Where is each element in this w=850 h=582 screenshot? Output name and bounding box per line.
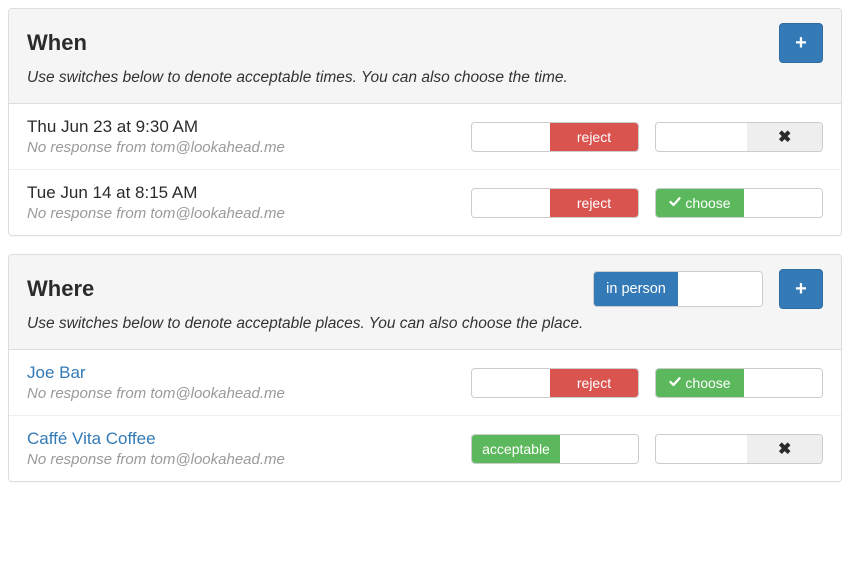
where-header: Where in person + Use switches below to … — [9, 255, 841, 350]
choose-toggle[interactable]: choose — [655, 368, 823, 398]
where-row: Joe Bar No response from tom@lookahead.m… — [9, 350, 841, 416]
when-subtitle: Use switches below to denote acceptable … — [27, 69, 823, 87]
where-row-subtitle: No response from tom@lookahead.me — [27, 385, 285, 402]
plus-icon: + — [795, 278, 807, 301]
where-subtitle: Use switches below to denote acceptable … — [27, 315, 823, 333]
where-row-info: Caffé Vita Coffee No response from tom@l… — [27, 429, 285, 468]
when-row-subtitle: No response from tom@lookahead.me — [27, 205, 285, 222]
x-icon: ✖ — [778, 439, 791, 459]
reject-label: reject — [577, 129, 611, 145]
where-row: Caffé Vita Coffee No response from tom@l… — [9, 416, 841, 481]
when-row-title: Thu Jun 23 at 9:30 AM — [27, 117, 285, 137]
when-row: Tue Jun 14 at 8:15 AM No response from t… — [9, 170, 841, 235]
inperson-toggle[interactable]: in person — [593, 271, 763, 307]
check-icon — [669, 375, 681, 391]
choose-label: choose — [685, 375, 730, 391]
where-add-button[interactable]: + — [779, 269, 823, 309]
when-header: When + Use switches below to denote acce… — [9, 9, 841, 104]
where-row-info: Joe Bar No response from tom@lookahead.m… — [27, 363, 285, 402]
when-row-subtitle: No response from tom@lookahead.me — [27, 139, 285, 156]
when-add-button[interactable]: + — [779, 23, 823, 63]
when-row-title: Tue Jun 14 at 8:15 AM — [27, 183, 285, 203]
where-panel: Where in person + Use switches below to … — [8, 254, 842, 482]
reject-label: reject — [577, 375, 611, 391]
when-title: When — [27, 30, 87, 56]
where-row-title-link[interactable]: Caffé Vita Coffee — [27, 429, 285, 449]
plus-icon: + — [795, 32, 807, 55]
when-panel: When + Use switches below to denote acce… — [8, 8, 842, 236]
dismiss-toggle[interactable]: ✖ — [655, 434, 823, 464]
check-icon — [669, 195, 681, 211]
reject-toggle[interactable]: reject — [471, 368, 639, 398]
choose-toggle[interactable]: choose — [655, 188, 823, 218]
when-row-info: Thu Jun 23 at 9:30 AM No response from t… — [27, 117, 285, 156]
reject-label: reject — [577, 195, 611, 211]
when-row: Thu Jun 23 at 9:30 AM No response from t… — [9, 104, 841, 170]
when-row-info: Tue Jun 14 at 8:15 AM No response from t… — [27, 183, 285, 222]
acceptable-label: acceptable — [482, 441, 550, 457]
choose-label: choose — [685, 195, 730, 211]
reject-toggle[interactable]: reject — [471, 188, 639, 218]
where-row-title-link[interactable]: Joe Bar — [27, 363, 285, 383]
dismiss-toggle[interactable]: ✖ — [655, 122, 823, 152]
reject-toggle[interactable]: reject — [471, 122, 639, 152]
where-title: Where — [27, 276, 94, 302]
acceptable-toggle[interactable]: acceptable — [471, 434, 639, 464]
x-icon: ✖ — [778, 127, 791, 147]
where-row-subtitle: No response from tom@lookahead.me — [27, 451, 285, 468]
inperson-label: in person — [606, 281, 666, 297]
